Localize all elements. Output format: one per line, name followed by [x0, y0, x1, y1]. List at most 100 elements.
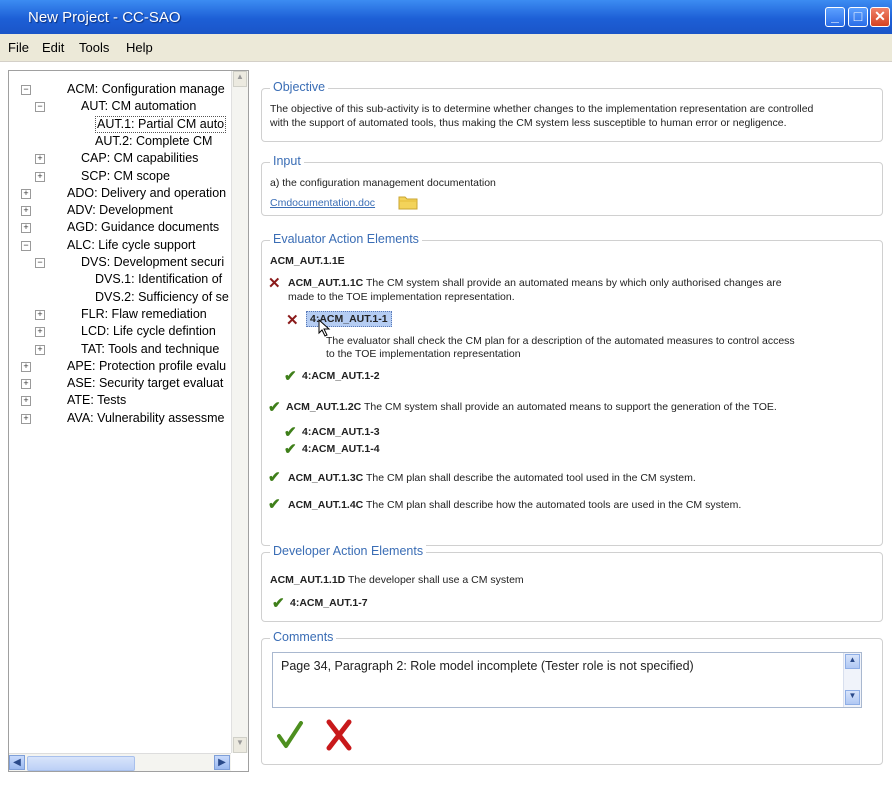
expand-icon[interactable]: +	[35, 171, 45, 182]
criterion-1-3c[interactable]: ACM_AUT.1.3C The CM plan shall describe …	[288, 472, 696, 484]
tree-item[interactable]: − DVS: Development securi	[9, 254, 231, 271]
tree-item-label: AVA: Vulnerability assessme	[67, 410, 225, 425]
evaluator-group: Evaluator Action Elements ACM_AUT.1.1E ✕…	[261, 232, 883, 546]
tree-item-label: AUT: CM automation	[81, 99, 197, 114]
menu-tools[interactable]: Tools	[79, 40, 109, 55]
expand-icon[interactable]: +	[21, 206, 31, 217]
minimize-button[interactable]: _	[825, 7, 845, 27]
scroll-right-button[interactable]: ▶	[214, 755, 230, 770]
checkmark-icon[interactable]: ✔	[268, 468, 281, 486]
expand-icon[interactable]: +	[21, 413, 31, 424]
tree-item[interactable]: DVS.1: Identification of	[9, 271, 231, 288]
tree-item[interactable]: + AVA: Vulnerability assessme	[9, 410, 231, 427]
folder-icon[interactable]	[398, 194, 418, 210]
menu-edit[interactable]: Edit	[42, 40, 64, 55]
collapse-icon[interactable]: −	[35, 258, 45, 268]
tree-item[interactable]: DVS.2: Sufficiency of se	[9, 289, 231, 306]
checkmark-icon[interactable]: ✔	[268, 398, 281, 416]
menu-help[interactable]: Help	[126, 40, 153, 55]
expand-icon[interactable]: +	[35, 154, 45, 165]
expand-icon[interactable]: +	[35, 327, 45, 338]
tree-item[interactable]: + ASE: Security target evaluat	[9, 375, 231, 392]
tree-item[interactable]: + APE: Protection profile evalu	[9, 358, 231, 375]
cross-icon[interactable]: ✕	[286, 311, 299, 329]
tree-item[interactable]: + ADO: Delivery and operation	[9, 185, 231, 202]
tree-horizontal-scrollbar[interactable]: ◀ ▶	[9, 753, 231, 771]
checkmark-icon[interactable]: ✔	[284, 367, 297, 385]
work-unit-1-7[interactable]: 4:ACM_AUT.1-7	[290, 597, 368, 609]
checkmark-icon[interactable]: ✔	[284, 440, 297, 458]
tree-item-label: DVS: Development securi	[81, 255, 225, 269]
checkmark-icon[interactable]: ✔	[268, 495, 281, 513]
criterion-text: The CM plan shall describe the automated…	[366, 472, 696, 484]
tree-item-label: ADO: Delivery and operation	[67, 185, 227, 200]
maximize-button[interactable]: □	[848, 7, 868, 27]
criterion-text: The CM system shall provide an automated…	[364, 401, 777, 413]
tree-item[interactable]: + ATE: Tests	[9, 392, 231, 409]
tree-item-label: SCP: CM scope	[81, 168, 170, 183]
tree-item[interactable]: + FLR: Flaw remediation	[9, 306, 231, 323]
cross-icon[interactable]: ✕	[268, 274, 281, 292]
tree-item[interactable]: + CAP: CM capabilities	[9, 150, 231, 167]
expand-icon[interactable]: +	[21, 361, 31, 372]
comment-scroll-down[interactable]: ▼	[845, 690, 860, 705]
tree-item[interactable]: − ALC: Life cycle support	[9, 237, 231, 254]
work-unit-1-1-desc-1: The evaluator shall check the CM plan fo…	[326, 335, 795, 347]
close-button[interactable]: ✕	[870, 7, 890, 27]
expand-icon[interactable]: +	[21, 379, 31, 390]
collapse-icon[interactable]: −	[35, 102, 45, 113]
scroll-down-button[interactable]: ▼	[233, 737, 247, 753]
menu-file[interactable]: File	[8, 40, 29, 55]
comment-scrollbar[interactable]: ▲ ▼	[843, 653, 861, 707]
scroll-thumb[interactable]	[27, 756, 135, 771]
tree-vertical-scrollbar[interactable]: ▲ ▼	[231, 71, 248, 753]
tree-item-label: LCD: Life cycle defintion	[81, 324, 216, 339]
tree-item-label: DVS.1: Identification of	[95, 272, 223, 287]
tree-item[interactable]: AUT.1: Partial CM auto	[9, 115, 231, 133]
collapse-icon[interactable]: −	[21, 240, 31, 251]
tree-item-label: ACM: Configuration manage	[67, 82, 225, 96]
criterion-1-2c[interactable]: ACM_AUT.1.2C The CM system shall provide…	[286, 401, 777, 413]
tree-item-label: AUT.2: Complete CM	[95, 133, 213, 148]
input-file-link[interactable]: Cmdocumentation.doc	[270, 197, 375, 209]
criterion-1-1c[interactable]: ACM_AUT.1.1C The CM system shall provide…	[288, 277, 782, 289]
expand-icon[interactable]: +	[21, 188, 31, 199]
criterion-1-1c-text-2: made to the TOE implementation represent…	[288, 291, 515, 303]
tree-item[interactable]: − AUT: CM automation	[9, 98, 231, 115]
checkmark-icon[interactable]	[276, 721, 304, 749]
tree-item[interactable]: + TAT: Tools and technique	[9, 341, 231, 358]
title-bar: New Project - CC-SAO _ □ ✕	[0, 0, 892, 34]
comments-legend: Comments	[270, 630, 337, 644]
scroll-up-button[interactable]: ▲	[233, 71, 247, 87]
tree-item[interactable]: + AGD: Guidance documents	[9, 219, 231, 236]
input-legend: Input	[270, 154, 304, 168]
criterion-1-4c[interactable]: ACM_AUT.1.4C The CM plan shall describe …	[288, 499, 741, 511]
tree-item[interactable]: + LCD: Life cycle defintion	[9, 323, 231, 340]
objective-legend: Objective	[270, 80, 329, 94]
work-unit-1-4[interactable]: 4:ACM_AUT.1-4	[302, 443, 380, 455]
tree-item[interactable]: + SCP: CM scope	[9, 168, 231, 185]
expand-icon[interactable]: +	[35, 309, 45, 320]
comment-scroll-up[interactable]: ▲	[845, 654, 860, 669]
comment-text: Page 34, Paragraph 2: Role model incompl…	[281, 659, 694, 673]
tree-item[interactable]: AUT.2: Complete CM	[9, 133, 231, 150]
comment-textarea[interactable]: Page 34, Paragraph 2: Role model incompl…	[272, 652, 862, 708]
evaluator-legend: Evaluator Action Elements	[270, 232, 422, 246]
cross-icon[interactable]	[324, 719, 354, 751]
work-unit-1-2[interactable]: 4:ACM_AUT.1-2	[302, 370, 380, 382]
tree-item-label: ALC: Life cycle support	[67, 237, 196, 252]
scroll-left-button[interactable]: ◀	[9, 755, 25, 770]
checkmark-icon[interactable]: ✔	[272, 594, 285, 612]
tree-item[interactable]: − ACM: Configuration manage	[9, 81, 231, 98]
tree-panel: − ACM: Configuration manage − AUT: CM autom…	[8, 70, 249, 772]
expand-icon[interactable]: +	[35, 344, 45, 355]
tree-item[interactable]: + ADV: Development	[9, 202, 231, 219]
checkmark-icon[interactable]: ✔	[284, 423, 297, 441]
criterion-id: ACM_AUT.1.2C	[286, 401, 362, 413]
collapse-icon[interactable]: −	[21, 85, 31, 95]
tree-item-label: DVS.2: Sufficiency of se	[95, 289, 229, 304]
expand-icon[interactable]: +	[21, 396, 31, 407]
work-unit-1-3[interactable]: 4:ACM_AUT.1-3	[302, 426, 380, 438]
developer-criterion[interactable]: ACM_AUT.1.1D The developer shall use a C…	[270, 574, 524, 586]
expand-icon[interactable]: +	[21, 223, 31, 234]
